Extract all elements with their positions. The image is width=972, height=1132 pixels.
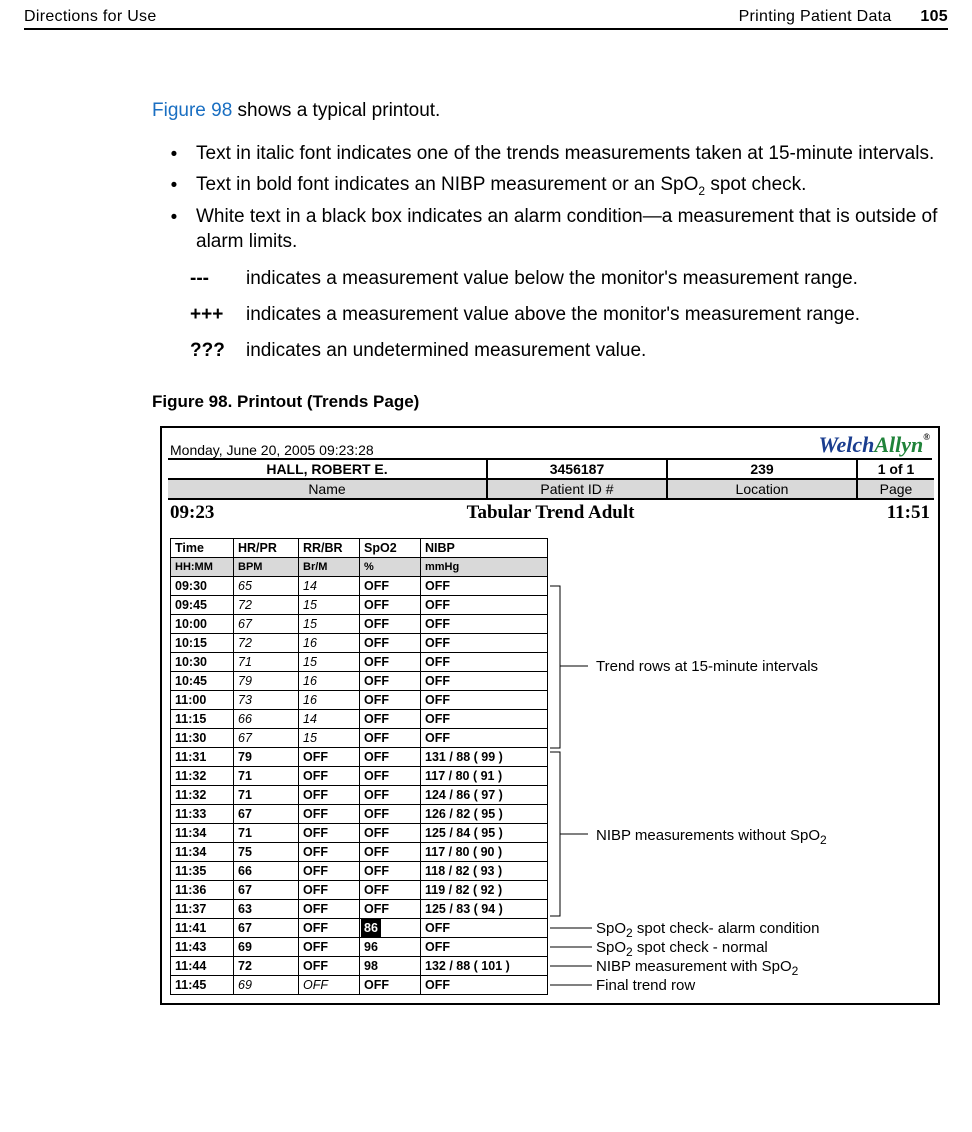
annot-a1: SpO2 spot check- alarm condition (596, 920, 819, 940)
table-row: 10:307115OFFOFF (171, 653, 548, 672)
table-row: 11:3475OFFOFF117 / 80 ( 90 ) (171, 843, 548, 862)
trend-title-row: 09:23 Tabular Trend Adult 11:51 (162, 500, 938, 526)
intro-line: Figure 98 shows a typical printout. (152, 100, 938, 122)
figure-link[interactable]: Figure 98 (152, 100, 232, 121)
table-row: 11:3179OFFOFF131 / 88 ( 99 ) (171, 748, 548, 767)
table-row: 11:4167OFF86OFF (171, 919, 548, 938)
table-row: 11:306715OFFOFF (171, 729, 548, 748)
welchallyn-logo: WelchAllyn® (819, 432, 930, 458)
printout-timestamp: Monday, June 20, 2005 09:23:28 (170, 442, 374, 458)
patient-info-grid: HALL, ROBERT E. 3456187 239 1 of 1 Name … (168, 458, 932, 500)
table-row: 11:156614OFFOFF (171, 710, 548, 729)
printout-box: Monday, June 20, 2005 09:23:28 WelchAlly… (160, 426, 940, 1005)
bullet-icon: • (152, 175, 196, 197)
table-row: 11:007316OFFOFF (171, 691, 548, 710)
bullet-icon: • (152, 207, 196, 229)
table-row: 11:4369OFF96OFF (171, 938, 548, 957)
annot-a3: NIBP measurement with SpO2 (596, 958, 798, 978)
table-row: 11:3271OFFOFF124 / 86 ( 97 ) (171, 786, 548, 805)
figure-caption: Figure 98. Printout (Trends Page) (152, 392, 938, 412)
annot-a2: SpO2 spot check - normal (596, 939, 768, 959)
annot-trend: Trend rows at 15-minute intervals (596, 658, 818, 675)
running-header: Directions for Use Printing Patient Data… (24, 8, 948, 26)
annot-a4: Final trend row (596, 977, 695, 994)
definitions: ---indicates a measurement value below t… (190, 268, 938, 362)
trend-table: Time HR/PR RR/BR SpO2 NIBP HH:MM BPM Br/… (170, 538, 548, 995)
table-row: 10:006715OFFOFF (171, 615, 548, 634)
table-row: 11:4472OFF98132 / 88 ( 101 ) (171, 957, 548, 976)
table-row: 11:3271OFFOFF117 / 80 ( 91 ) (171, 767, 548, 786)
table-row: 11:3667OFFOFF119 / 82 ( 92 ) (171, 881, 548, 900)
table-row: 10:457916OFFOFF (171, 672, 548, 691)
annotation-area: Trend rows at 15-minute intervals NIBP m… (548, 538, 938, 995)
header-divider (24, 28, 948, 30)
table-row: 11:3566OFFOFF118 / 82 ( 93 ) (171, 862, 548, 881)
header-right: Printing Patient Data (739, 8, 892, 25)
header-page: 105 (920, 8, 948, 25)
table-row: 11:3471OFFOFF125 / 84 ( 95 ) (171, 824, 548, 843)
header-left: Directions for Use (24, 8, 157, 26)
bullet-list: •Text in italic font indicates one of th… (152, 142, 938, 254)
table-row: 09:457215OFFOFF (171, 596, 548, 615)
table-row: 11:3763OFFOFF125 / 83 ( 94 ) (171, 900, 548, 919)
table-row: 11:4569OFFOFFOFF (171, 976, 548, 995)
annot-nibp: NIBP measurements without SpO2 (596, 827, 827, 847)
table-row: 11:3367OFFOFF126 / 82 ( 95 ) (171, 805, 548, 824)
table-row: 09:306514OFFOFF (171, 577, 548, 596)
table-row: 10:157216OFFOFF (171, 634, 548, 653)
bullet-icon: • (152, 144, 196, 166)
